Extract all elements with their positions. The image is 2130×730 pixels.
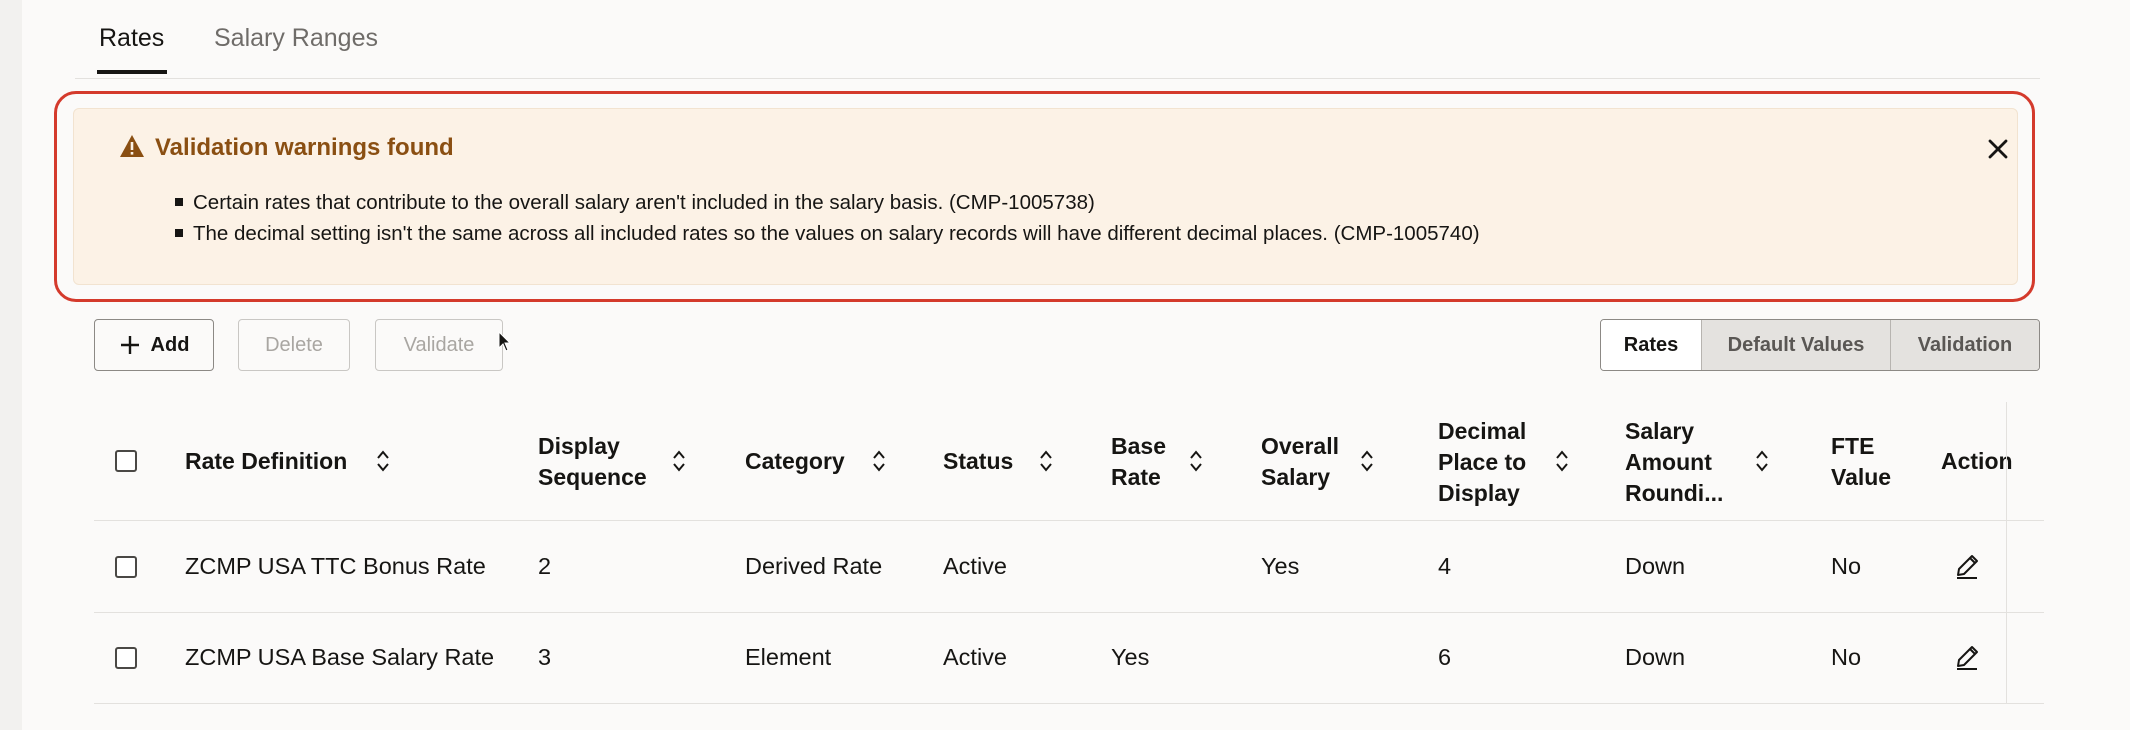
- row-checkbox[interactable]: [115, 647, 137, 669]
- sort-icon[interactable]: [672, 449, 686, 473]
- column-divider: [2006, 402, 2007, 704]
- cell-salary-amount-rounding: Down: [1625, 553, 1686, 579]
- cell-fte-value: No: [1831, 644, 1862, 670]
- column-header-base-rate[interactable]: Base Rate: [1111, 431, 1166, 493]
- column-header-status[interactable]: Status: [943, 446, 1013, 477]
- sort-icon[interactable]: [872, 449, 886, 473]
- sort-icon[interactable]: [1360, 449, 1374, 473]
- plus-icon: [120, 336, 139, 354]
- cell-status: Active: [943, 553, 1007, 579]
- row-checkbox[interactable]: [115, 556, 137, 578]
- warning-message: Certain rates that contribute to the ove…: [175, 190, 1480, 221]
- cell-salary-amount-rounding: Down: [1625, 644, 1686, 670]
- tab-salary-ranges[interactable]: Salary Ranges: [214, 24, 378, 53]
- cell-category: Derived Rate: [745, 553, 883, 579]
- cell-rate-definition[interactable]: ZCMP USA TTC Bonus Rate: [185, 553, 486, 580]
- row-divider: [94, 703, 2044, 704]
- tab-rates[interactable]: Rates: [99, 24, 164, 53]
- view-rates-button[interactable]: Rates: [1601, 320, 1701, 370]
- cell-overall-salary: Yes: [1261, 553, 1300, 579]
- sort-icon[interactable]: [1189, 449, 1203, 473]
- sort-icon[interactable]: [1755, 449, 1769, 473]
- select-all-checkbox[interactable]: [115, 450, 137, 472]
- column-header-overall-salary[interactable]: Overall Salary: [1261, 431, 1339, 493]
- add-button[interactable]: Add: [94, 319, 214, 371]
- cell-base-rate: Yes: [1111, 644, 1150, 670]
- warning-message: The decimal setting isn't the same acros…: [175, 221, 1480, 252]
- delete-button[interactable]: Delete: [238, 319, 350, 371]
- column-header-rate-definition[interactable]: Rate Definition: [185, 446, 347, 477]
- validate-button[interactable]: Validate: [375, 319, 503, 371]
- add-button-label: Add: [150, 333, 190, 356]
- active-tab-indicator: [97, 70, 167, 74]
- view-switcher: Rates Default Values Validation: [1600, 319, 2040, 371]
- tab-bar: Rates Salary Ranges: [75, 0, 2040, 79]
- view-validation-button[interactable]: Validation: [1890, 320, 2039, 370]
- column-header-action: Action: [1941, 448, 2013, 474]
- sort-icon[interactable]: [1039, 449, 1053, 473]
- sort-icon[interactable]: [376, 449, 390, 473]
- column-header-fte-value[interactable]: FTE Value: [1831, 431, 1891, 493]
- cell-status: Active: [943, 644, 1007, 670]
- header-divider: [94, 520, 2044, 521]
- cell-category: Element: [745, 644, 832, 670]
- column-header-category[interactable]: Category: [745, 446, 845, 477]
- close-icon[interactable]: [1982, 133, 2014, 165]
- cell-display-sequence: 2: [538, 553, 552, 579]
- cell-rate-definition[interactable]: ZCMP USA Base Salary Rate: [185, 644, 494, 671]
- warning-icon: [120, 135, 144, 157]
- column-header-salary-amount-rounding[interactable]: Salary Amount Roundi...: [1625, 416, 1723, 509]
- sort-icon[interactable]: [1555, 449, 1569, 473]
- column-header-decimal-place[interactable]: Decimal Place to Display: [1438, 416, 1526, 509]
- column-header-display-sequence[interactable]: Display Sequence: [538, 431, 647, 493]
- mouse-cursor-icon: [498, 331, 512, 352]
- row-divider: [94, 612, 2044, 613]
- cell-display-sequence: 3: [538, 644, 552, 670]
- warning-message-list: Certain rates that contribute to the ove…: [175, 190, 1480, 252]
- cell-decimal-place: 6: [1438, 644, 1452, 670]
- edit-pencil-icon[interactable]: [1953, 552, 1981, 580]
- warning-title: Validation warnings found: [155, 134, 454, 161]
- edit-pencil-icon[interactable]: [1953, 643, 1981, 671]
- cell-decimal-place: 4: [1438, 553, 1452, 579]
- view-default-values-button[interactable]: Default Values: [1701, 320, 1890, 370]
- cell-fte-value: No: [1831, 553, 1862, 579]
